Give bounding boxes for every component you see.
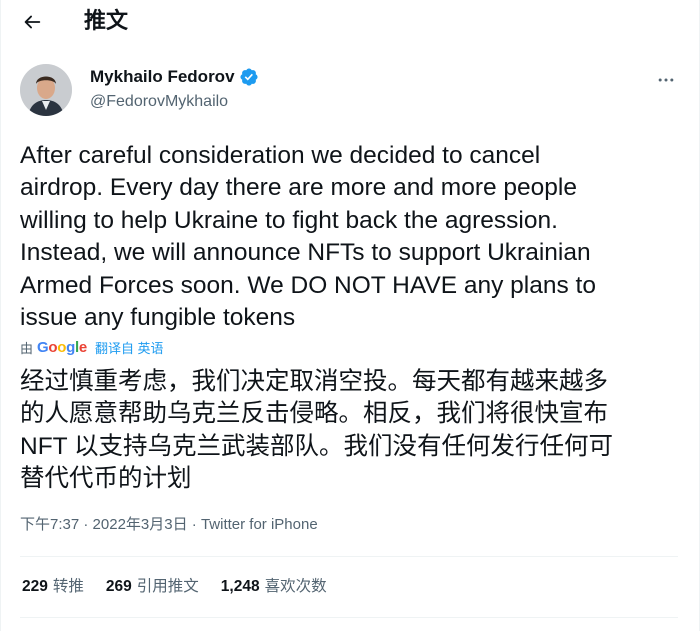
likes-stat[interactable]: 1,248 喜欢次数 xyxy=(221,576,327,598)
more-dots-icon xyxy=(658,78,674,82)
tweet-date[interactable]: 2022年3月3日 xyxy=(93,516,188,533)
retweets-label: 转推 xyxy=(52,578,84,595)
quote-tweets-stat[interactable]: 269 引用推文 xyxy=(106,576,199,598)
retweets-count: 229 xyxy=(22,578,48,595)
divider xyxy=(20,617,678,618)
quote-tweets-label: 引用推文 xyxy=(136,578,199,595)
quote-tweets-count: 269 xyxy=(105,578,132,595)
avatar[interactable] xyxy=(20,64,72,116)
translated-text: 经过慎重考虑，我们决定取消空投。每天都有越来越多 的人愿意帮助乌克兰反击侵略。相… xyxy=(20,368,613,493)
back-button[interactable] xyxy=(12,2,52,42)
avatar-image xyxy=(20,64,72,116)
translated-from-link[interactable]: 翻译自 英语 xyxy=(95,338,164,357)
google-logo: Google xyxy=(37,338,87,356)
likes-count: 1,248 xyxy=(220,578,260,595)
divider xyxy=(20,556,678,557)
back-arrow-icon xyxy=(24,15,41,29)
likes-label: 喜欢次数 xyxy=(264,578,327,595)
header: 推文 xyxy=(0,0,700,44)
retweets-stat[interactable]: 229 转推 xyxy=(22,576,84,598)
meta-separator: · xyxy=(187,516,201,533)
author-handle[interactable]: @FedorovMykhailo xyxy=(90,91,228,113)
translation-attribution: 由 Google 翻译自 英语 xyxy=(20,337,164,357)
tweet-stats: 229 转推 269 引用推文 1,248 喜欢次数 xyxy=(22,576,327,598)
tweet-meta: 下午7:37 · 2022年3月3日 · Twitter for iPhone xyxy=(20,515,318,535)
tweet-source[interactable]: Twitter for iPhone xyxy=(201,516,318,533)
author-name[interactable]: Mykhailo Fedorov xyxy=(90,66,259,88)
page-title: 推文 xyxy=(84,8,129,33)
tweet-time[interactable]: 下午7:37 xyxy=(20,516,79,533)
tweet-text: After careful consideration we decided t… xyxy=(20,142,596,332)
more-options-button[interactable] xyxy=(648,62,684,98)
verified-badge-icon xyxy=(239,68,258,86)
translate-by-label: 由 xyxy=(20,340,34,356)
meta-separator: · xyxy=(79,516,93,533)
frame-left-border xyxy=(0,0,1,631)
author-name-text: Mykhailo Fedorov xyxy=(90,67,235,86)
